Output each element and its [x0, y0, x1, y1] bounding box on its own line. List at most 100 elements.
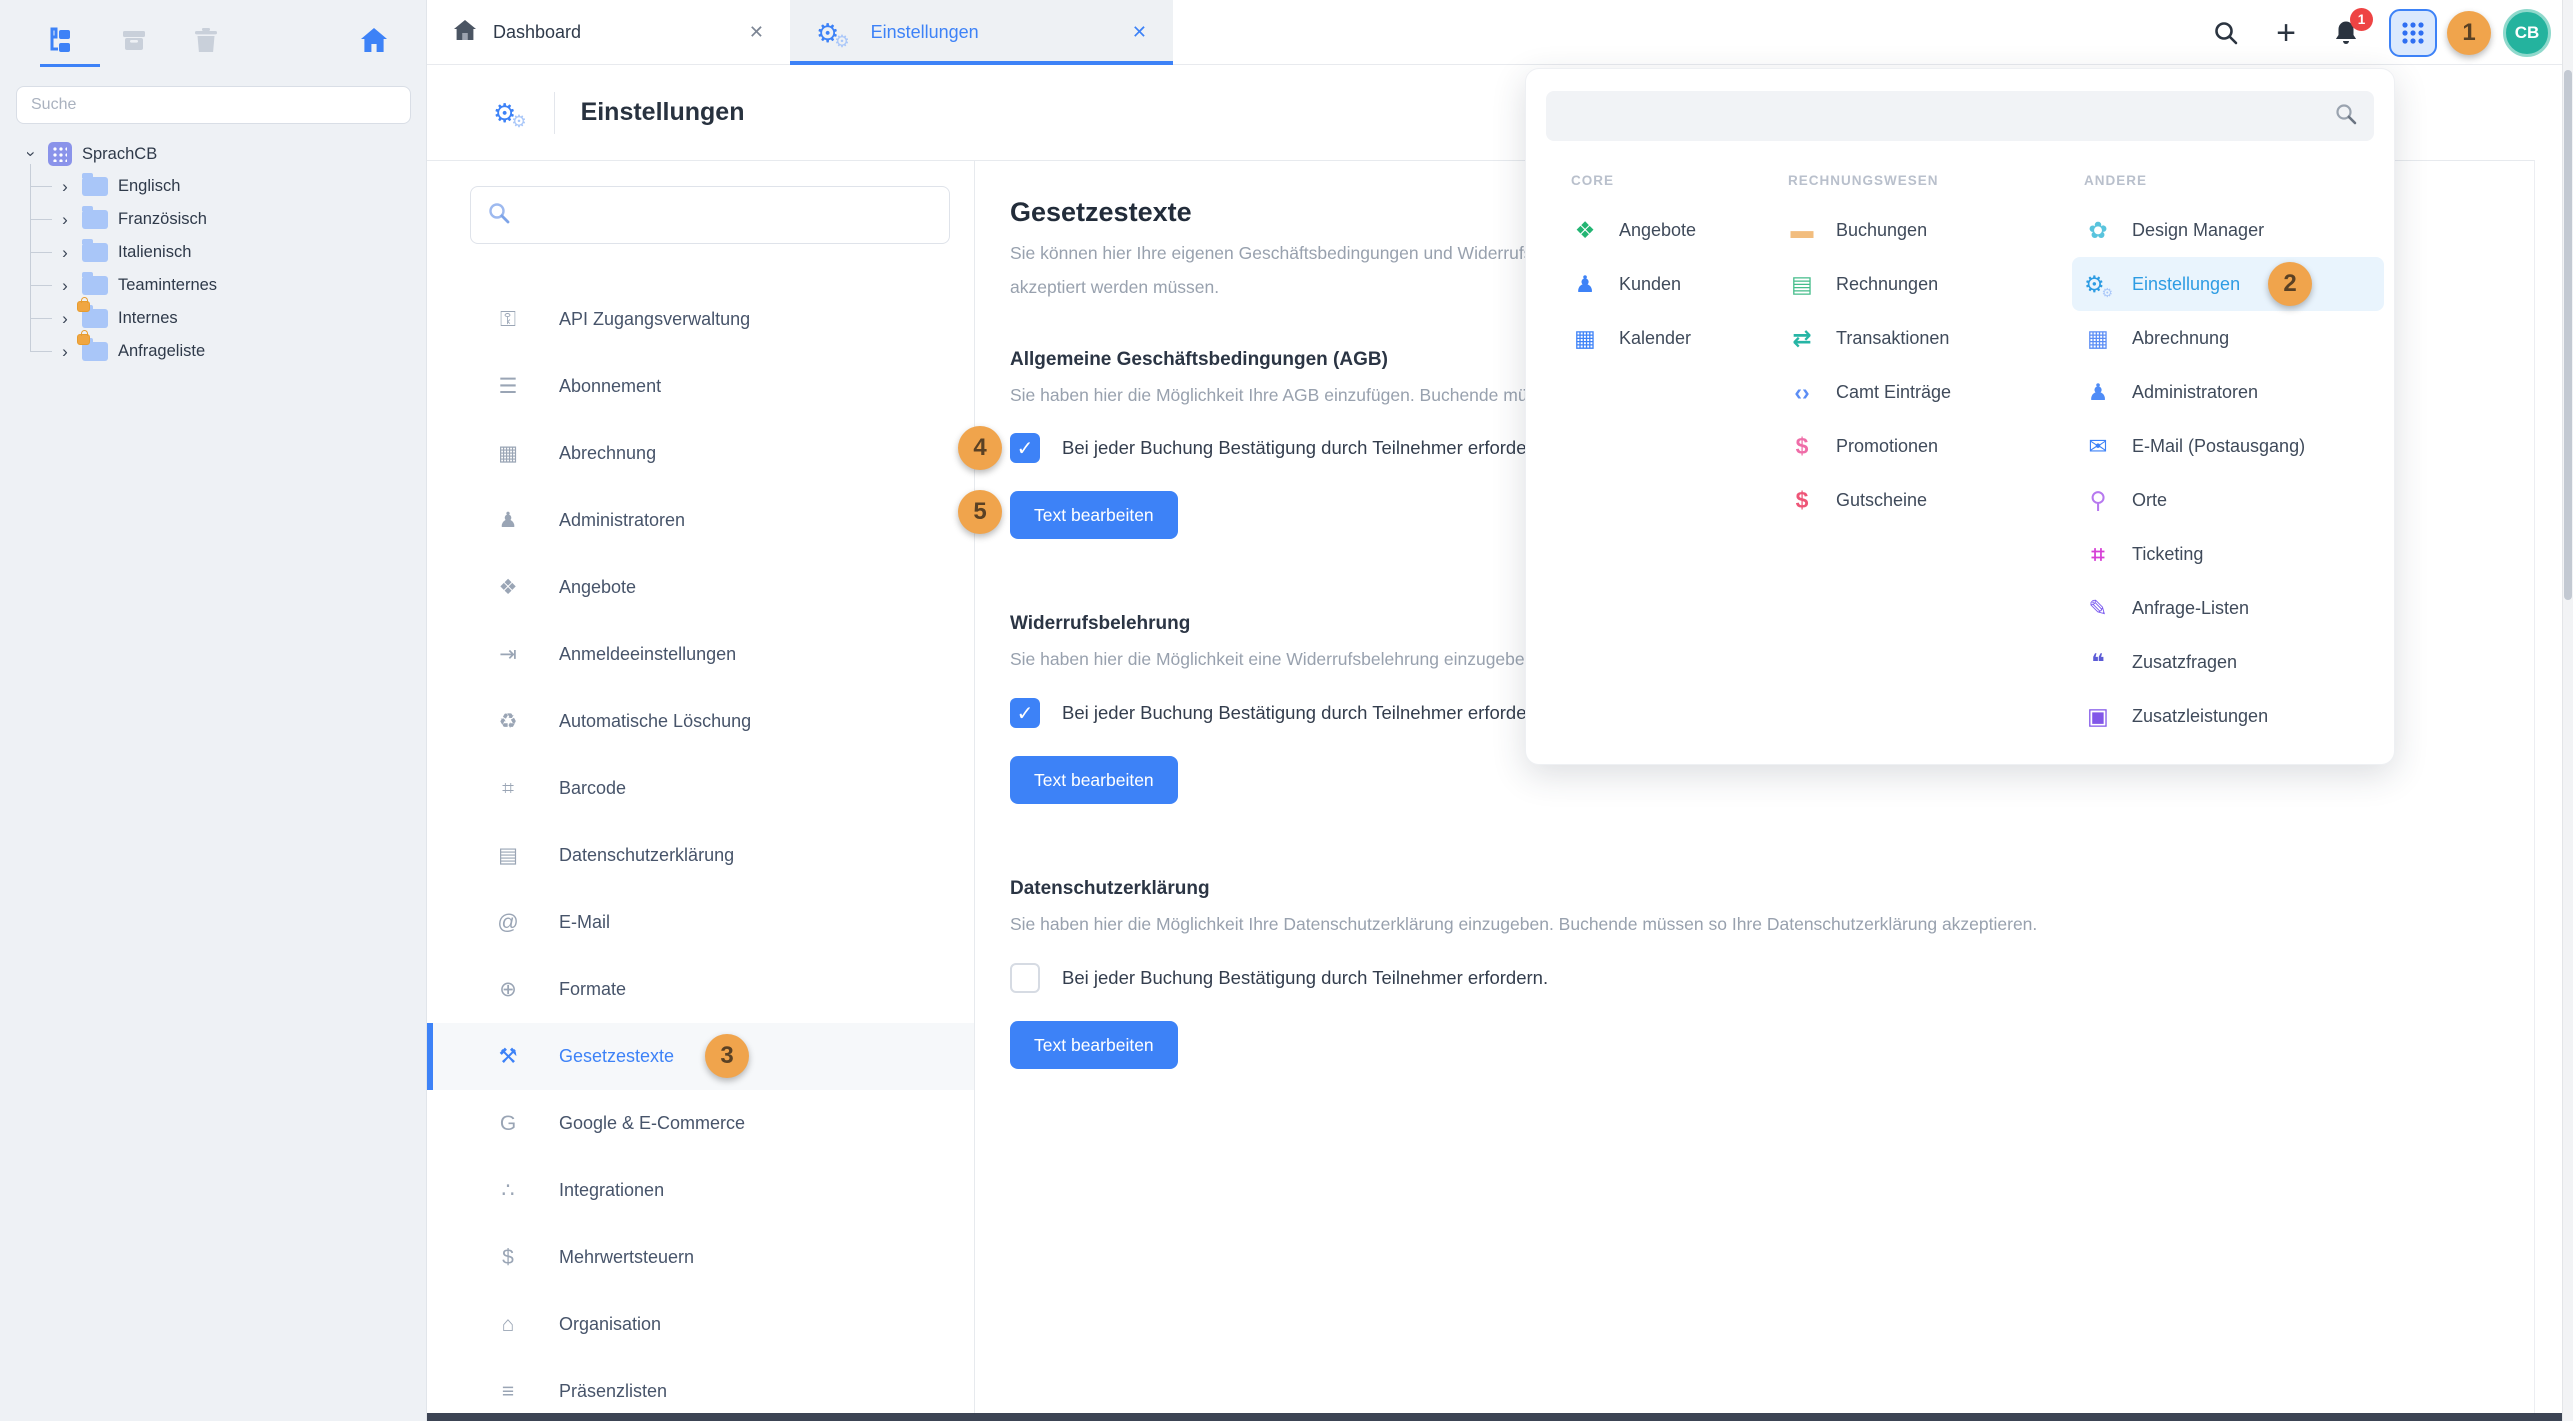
settings-nav-label: Google & E-Commerce [559, 1113, 745, 1134]
launcher-search-input[interactable] [1562, 107, 2334, 125]
chevron-down-icon[interactable]: › [21, 147, 41, 161]
edit-text-button-agb[interactable]: Text bearbeiten [1010, 491, 1178, 539]
edit-text-button-datenschutz[interactable]: Text bearbeiten [1010, 1021, 1178, 1069]
settings-nav-item[interactable]: ⚒ Gesetzestexte 3 [427, 1023, 974, 1090]
launcher-item[interactable]: ▬ Buchungen [1776, 203, 2068, 257]
launcher-column-core: CORE ❖ Angebote ♟ Kunden ▦ Kalender [1571, 173, 1771, 365]
launcher-item-label: Transaktionen [1836, 328, 1949, 349]
tree-folder-row[interactable]: › Internes [30, 302, 426, 335]
tree-view-icon[interactable] [40, 18, 84, 62]
close-icon[interactable]: ✕ [1132, 22, 1147, 43]
checkbox-checked-icon[interactable] [1010, 433, 1040, 463]
settings-nav-item[interactable]: G Google & E-Commerce [427, 1090, 974, 1157]
launcher-item[interactable]: ✉ E-Mail (Postausgang) [2072, 419, 2384, 473]
launcher-item[interactable]: ✎ Anfrage-Listen [2072, 581, 2384, 635]
gears-icon [493, 100, 532, 126]
scrollbar-thumb[interactable] [2564, 70, 2572, 600]
checkbox-row-datenschutz[interactable]: Bei jeder Buchung Bestätigung durch Teil… [1010, 963, 1548, 993]
settings-nav-item[interactable]: @ E-Mail [427, 889, 974, 956]
chevron-right-icon[interactable]: › [58, 177, 72, 197]
settings-nav-label: Formate [559, 979, 626, 1000]
integration-nodes-icon: ∴ [493, 1178, 523, 1203]
settings-nav-label: Integrationen [559, 1180, 664, 1201]
grid-apps-icon[interactable] [2389, 9, 2437, 57]
tree-folder-row[interactable]: › Englisch [30, 170, 426, 203]
avatar[interactable]: CB [2503, 9, 2551, 57]
launcher-item[interactable]: ⚙ Einstellungen 2 [2072, 257, 2384, 311]
settings-search-input[interactable] [521, 206, 933, 224]
launcher-item-label: Orte [2132, 490, 2167, 511]
close-icon[interactable]: ✕ [749, 22, 764, 43]
page-scrollbar[interactable] [2562, 0, 2573, 1421]
pen-icon: ✎ [2084, 595, 2112, 622]
settings-nav-item[interactable]: ⇥ Anmeldeeinstellungen [427, 621, 974, 688]
settings-nav-item[interactable]: ▤ Datenschutzerklärung [427, 822, 974, 889]
launcher-item[interactable]: ♟ Administratoren [2072, 365, 2384, 419]
launcher-item[interactable]: ✿ Design Manager [2072, 203, 2384, 257]
settings-nav-item[interactable]: ❖ Angebote [427, 554, 974, 621]
bell-icon[interactable]: 1 [2329, 16, 2363, 50]
tab-einstellungen[interactable]: Einstellungen ✕ [790, 0, 1173, 65]
launcher-search[interactable] [1546, 91, 2374, 141]
sidebar-search-input[interactable] [16, 86, 411, 124]
launcher-item-label: Buchungen [1836, 220, 1927, 241]
launcher-item[interactable]: ▣ Zusatzleistungen [2072, 689, 2384, 743]
settings-nav-item[interactable]: ♟ Administratoren [427, 487, 974, 554]
settings-nav-item[interactable]: ⚿ API Zugangsverwaltung [427, 286, 974, 353]
launcher-item[interactable]: ❝ Zusatzfragen [2072, 635, 2384, 689]
launcher-item[interactable]: ❖ Angebote [1559, 203, 1771, 257]
launcher-list: ✿ Design Manager ⚙ Einstellungen 2 ▦ Abr… [2084, 203, 2384, 743]
plus-icon[interactable]: + [2269, 16, 2303, 50]
launcher-item[interactable]: ‹› Camt Einträge [1776, 365, 2068, 419]
checkbox-checked-icon[interactable] [1010, 698, 1040, 728]
edit-text-button-widerruf[interactable]: Text bearbeiten [1010, 756, 1178, 804]
launcher-item[interactable]: ▦ Kalender [1559, 311, 1771, 365]
tree-folder-row[interactable]: › Italienisch [30, 236, 426, 269]
tab-dashboard[interactable]: Dashboard ✕ [427, 0, 790, 65]
launcher-item[interactable]: $ Promotionen [1776, 419, 2068, 473]
tree-folder-row[interactable]: › Französisch [30, 203, 426, 236]
launcher-item[interactable]: ▤ Rechnungen [1776, 257, 2068, 311]
launcher-item[interactable]: $ Gutscheine [1776, 473, 2068, 527]
launcher-item[interactable]: ♟ Kunden [1559, 257, 1771, 311]
trash-icon[interactable] [184, 18, 228, 62]
settings-search[interactable] [470, 186, 950, 244]
checkbox-unchecked-icon[interactable] [1010, 963, 1040, 993]
tree-folder-row[interactable]: › Teaminternes [30, 269, 426, 302]
launcher-item[interactable]: ▦ Abrechnung [2072, 311, 2384, 365]
archive-icon[interactable] [112, 18, 156, 62]
chevron-right-icon[interactable]: › [58, 210, 72, 230]
settings-nav-item[interactable]: ☰ Abonnement [427, 353, 974, 420]
launcher-item[interactable]: ⌗ Ticketing [2072, 527, 2384, 581]
chevron-right-icon[interactable]: › [58, 309, 72, 329]
settings-nav-item[interactable]: ≡ Präsenzlisten [427, 1358, 974, 1421]
settings-nav-item[interactable]: ∴ Integrationen [427, 1157, 974, 1224]
home-icon[interactable] [352, 18, 396, 62]
launcher-item[interactable]: ⇄ Transaktionen [1776, 311, 2068, 365]
tree-folder-label: Anfrageliste [118, 342, 205, 361]
palette-icon: ✿ [2084, 217, 2112, 244]
checkbox-row-widerruf[interactable]: Bei jeder Buchung Bestätigung durch Teil… [1010, 698, 1548, 728]
search-icon[interactable] [2209, 16, 2243, 50]
chevron-right-icon[interactable]: › [58, 342, 72, 362]
chevron-right-icon[interactable]: › [58, 276, 72, 296]
settings-nav-item[interactable]: ⊕ Formate [427, 956, 974, 1023]
tree-root-sprachcb[interactable]: › SprachCB [0, 138, 426, 170]
settings-nav-item[interactable]: $ Mehrwertsteuern [427, 1224, 974, 1291]
settings-nav-label: Mehrwertsteuern [559, 1247, 694, 1268]
settings-nav-item[interactable]: ♻ Automatische Löschung [427, 688, 974, 755]
gears-icon: ⚙ [2084, 271, 2112, 298]
launcher-item-label: Einstellungen [2132, 274, 2240, 295]
settings-nav-item[interactable]: ⌂ Organisation [427, 1291, 974, 1358]
globe-icon: ⊕ [493, 977, 523, 1002]
launcher-list: ❖ Angebote ♟ Kunden ▦ Kalender [1571, 203, 1771, 365]
chevron-right-icon[interactable]: › [58, 243, 72, 263]
settings-nav-item[interactable]: ⌗ Barcode [427, 755, 974, 822]
settings-nav-item[interactable]: ▦ Abrechnung [427, 420, 974, 487]
ticket-icon: ▬ [1788, 217, 1816, 244]
settings-nav-label: Automatische Löschung [559, 711, 751, 732]
checkbox-row-agb[interactable]: Bei jeder Buchung Bestätigung durch Teil… [1010, 433, 1548, 463]
settings-nav-label: Organisation [559, 1314, 661, 1335]
launcher-item[interactable]: ⚲ Orte [2072, 473, 2384, 527]
tree-folder-row[interactable]: › Anfrageliste [30, 335, 426, 368]
